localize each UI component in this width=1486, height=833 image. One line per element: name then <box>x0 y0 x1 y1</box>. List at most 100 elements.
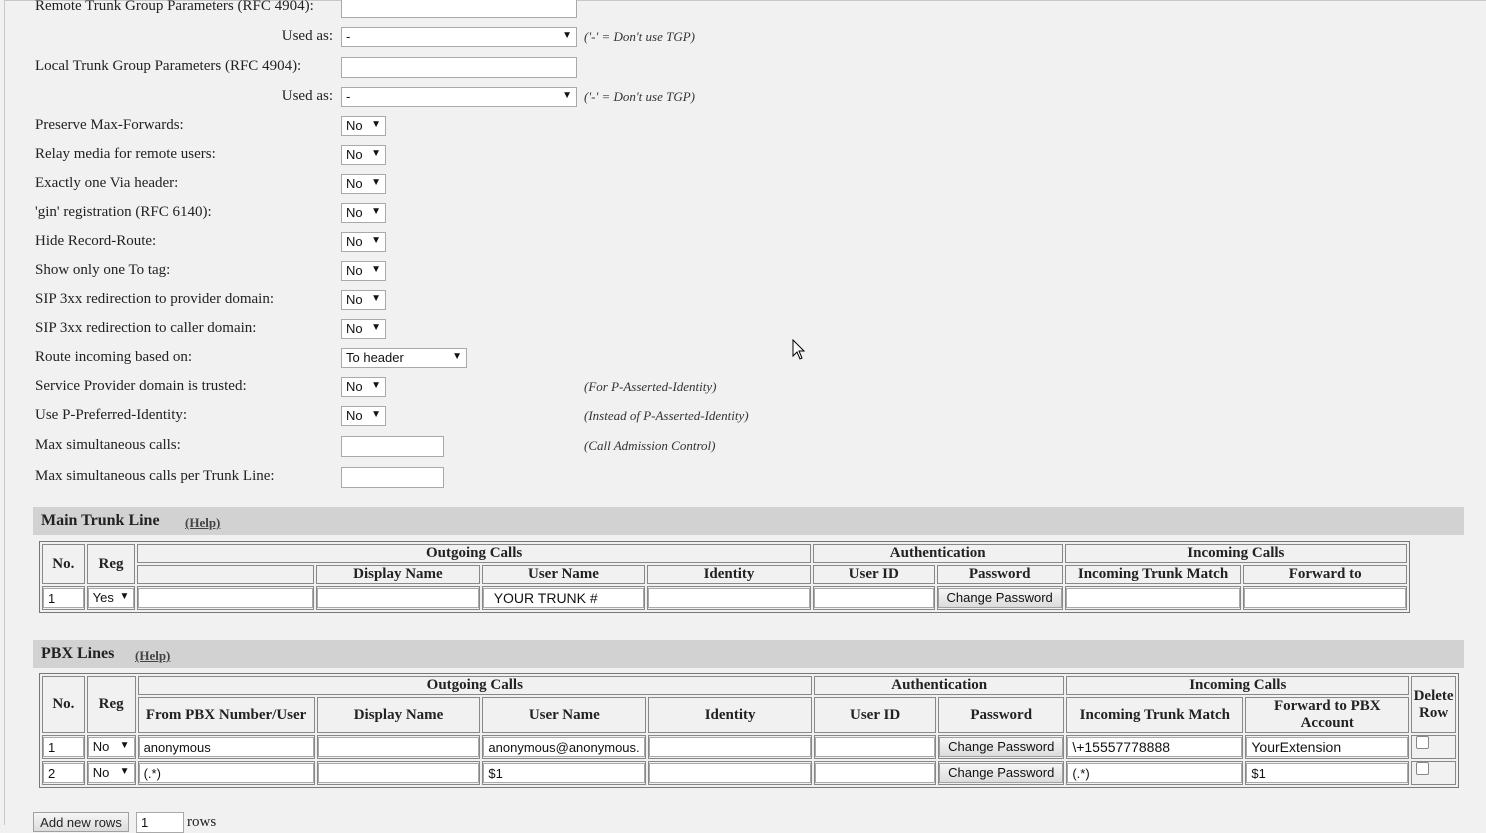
help-link[interactable]: (Help) <box>135 648 170 664</box>
user-id-input[interactable] <box>815 763 936 783</box>
col-no: No. <box>42 544 85 584</box>
from-input[interactable] <box>138 737 314 757</box>
setting-note: (Instead of P-Asserted-Identity) <box>584 408 749 423</box>
display-name-input[interactable] <box>317 737 480 757</box>
table-row: No ▼ Change Password <box>42 761 1456 785</box>
local-tgp-input[interactable] <box>341 57 577 78</box>
dropdown-arrow-icon: ▼ <box>452 351 462 362</box>
setting-label: Local Trunk Group Parameters (RFC 4904): <box>35 58 302 74</box>
identity-input[interactable] <box>649 763 812 783</box>
table-row: No ▼ Change Password <box>42 735 1456 759</box>
setting-route-incoming: Route incoming based on: To header ▼ <box>0 346 1486 372</box>
setting-p-preferred: Use P-Preferred-Identity: No ▼ (Instead o… <box>0 404 1486 430</box>
remote-tgp-used-as-select[interactable]: - ▼ <box>341 27 577 47</box>
hide-record-route-select[interactable]: No ▼ <box>341 232 386 252</box>
row-no-input[interactable] <box>43 737 84 757</box>
identity-input[interactable] <box>649 737 812 757</box>
setting-label: Used as: <box>281 28 333 44</box>
user-name-input[interactable] <box>482 588 645 608</box>
setting-label: Max simultaneous calls: <box>35 437 181 453</box>
remote-tgp-input[interactable] <box>341 0 577 18</box>
dropdown-arrow-icon: ▼ <box>562 30 572 41</box>
col-user-name: User Name <box>482 697 647 733</box>
col-from: From PBX Number/User <box>137 697 315 733</box>
trunk-match-input[interactable] <box>1067 763 1243 783</box>
row-no-input[interactable] <box>43 763 84 783</box>
provider-trusted-select[interactable]: No ▼ <box>341 377 386 397</box>
change-password-button[interactable]: Change Password <box>939 763 1064 783</box>
row-no-input[interactable] <box>43 588 84 608</box>
max-calls-input[interactable] <box>341 436 444 457</box>
p-preferred-select[interactable]: No ▼ <box>341 406 386 426</box>
col-identity: Identity <box>647 565 811 584</box>
local-tgp-used-as-select[interactable]: - ▼ <box>341 87 577 107</box>
setting-one-via-header: Exactly one Via header: No ▼ <box>0 172 1486 198</box>
change-password-button[interactable]: Change Password <box>939 737 1064 757</box>
from-input[interactable] <box>138 588 314 608</box>
user-name-input[interactable] <box>483 763 646 783</box>
display-name-input[interactable] <box>317 588 479 608</box>
trunk-match-input[interactable] <box>1067 737 1243 757</box>
redirect-caller-select[interactable]: No ▼ <box>341 319 386 339</box>
gin-registration-select[interactable]: No ▼ <box>341 203 386 223</box>
identity-input[interactable] <box>648 588 810 608</box>
setting-label: Remote Trunk Group Parameters (RFC 4904)… <box>35 0 314 14</box>
col-reg: Reg <box>86 676 136 733</box>
setting-label: Show only one To tag: <box>35 262 171 278</box>
col-password: Password <box>938 697 1065 733</box>
delete-row-checkbox[interactable] <box>1416 762 1430 775</box>
setting-label: Use P-Preferred-Identity: <box>35 407 188 423</box>
max-calls-per-line-input[interactable] <box>341 467 444 488</box>
redirect-provider-select[interactable]: No ▼ <box>341 290 386 310</box>
one-via-header-select[interactable]: No ▼ <box>341 174 386 194</box>
forward-to-input[interactable] <box>1244 588 1406 608</box>
group-outgoing: Outgoing Calls <box>137 676 813 695</box>
group-incoming: Incoming Calls <box>1066 676 1410 695</box>
dropdown-arrow-icon: ▼ <box>119 591 130 602</box>
reg-select[interactable]: Yes ▼ <box>87 588 135 608</box>
from-input[interactable] <box>138 763 314 783</box>
setting-label: Hide Record-Route: <box>35 233 157 249</box>
dropdown-arrow-icon: ▼ <box>371 264 381 275</box>
setting-label: Preserve Max-Forwards: <box>35 117 184 133</box>
select-value: - <box>346 29 351 44</box>
select-value: No <box>92 765 110 780</box>
user-name-input[interactable] <box>483 737 646 757</box>
select-value: No <box>346 147 363 162</box>
delete-row-checkbox[interactable] <box>1416 736 1430 749</box>
forward-to-input[interactable] <box>1246 763 1409 783</box>
select-value: No <box>346 408 363 423</box>
forward-to-input[interactable] <box>1246 737 1409 757</box>
col-reg: Reg <box>86 544 136 584</box>
change-password-button[interactable]: Change Password <box>937 588 1062 608</box>
trunk-match-input[interactable] <box>1065 588 1241 608</box>
route-incoming-select[interactable]: To header ▼ <box>341 348 467 368</box>
reg-select[interactable]: No ▼ <box>87 763 135 783</box>
select-value: No <box>346 263 363 278</box>
user-id-input[interactable] <box>813 588 934 608</box>
setting-3xx-caller: SIP 3xx redirection to caller domain: No… <box>0 317 1486 343</box>
rows-count-input[interactable] <box>136 812 184 833</box>
group-auth: Authentication <box>814 676 1065 695</box>
preserve-max-forwards-select[interactable]: No ▼ <box>341 116 386 136</box>
relay-media-select[interactable]: No ▼ <box>341 145 386 165</box>
setting-label: Max simultaneous calls per Trunk Line: <box>35 468 275 484</box>
col-display-name: Display Name <box>316 565 480 584</box>
user-id-input[interactable] <box>815 737 936 757</box>
display-name-input[interactable] <box>317 763 480 783</box>
setting-local-tgp-used-as: Used as: - ▼ ('-' = Don't use TGP) <box>0 85 1486 111</box>
setting-label: Exactly one Via header: <box>35 175 179 191</box>
select-value: No <box>346 118 363 133</box>
add-new-rows-button[interactable]: Add new rows <box>33 812 129 832</box>
setting-label: SIP 3xx redirection to provider domain: <box>35 291 274 307</box>
setting-preserve-max-forwards: Preserve Max-Forwards: No ▼ <box>0 114 1486 140</box>
main-trunk-table: No. Reg Outgoing Calls Authentication In… <box>39 541 1410 613</box>
setting-max-calls: Max simultaneous calls: (Call Admission … <box>0 434 1486 460</box>
setting-note: (Call Admission Control) <box>584 438 716 453</box>
dropdown-arrow-icon: ▼ <box>371 235 381 246</box>
reg-select[interactable]: No ▼ <box>87 737 135 757</box>
help-link[interactable]: (Help) <box>185 515 220 531</box>
one-to-tag-select[interactable]: No ▼ <box>341 261 386 281</box>
dropdown-arrow-icon: ▼ <box>371 409 381 420</box>
setting-local-tgp: Local Trunk Group Parameters (RFC 4904): <box>0 55 1486 81</box>
